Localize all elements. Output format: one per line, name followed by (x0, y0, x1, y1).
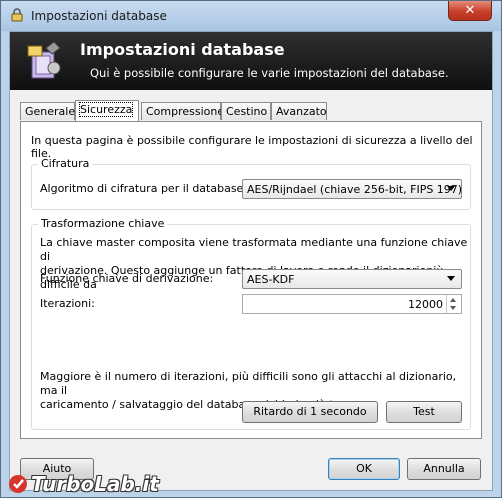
iterations-label: Iterazioni: (40, 297, 95, 310)
database-settings-icon (27, 41, 61, 79)
stepper-buttons[interactable] (446, 295, 461, 313)
dialog-client: Impostazioni database Qui è possibile co… (9, 31, 493, 491)
tab-compressione[interactable]: Compressione (141, 102, 224, 120)
algorithm-value: AES/Rijndael (chiave 256-bit, FIPS 197) (247, 183, 463, 196)
kdf-select[interactable]: AES-KDF (242, 269, 462, 289)
tab-generale[interactable]: Generale (20, 102, 75, 120)
tab-sicurezza[interactable]: Sicurezza (75, 100, 139, 121)
watermark: TurboLab.it (1, 469, 201, 499)
chevron-down-icon (447, 276, 455, 281)
close-button[interactable]: ✕ (448, 1, 492, 21)
iterations-stepper[interactable]: 12000 (242, 294, 462, 314)
kdf-label: Funzione chiave di derivazione: (40, 272, 214, 285)
chevron-down-icon (447, 186, 455, 191)
watermark-text: TurboLab.it (31, 472, 159, 496)
arrow-up-icon[interactable] (450, 298, 456, 302)
encryption-group: Cifratura Algoritmo di cifratura per il … (31, 157, 471, 210)
dialog-window: Impostazioni database ✕ Impostazioni dat… (0, 0, 502, 498)
ok-button[interactable]: OK (328, 458, 400, 480)
tab-avanzato[interactable]: Avanzato (271, 102, 327, 120)
banner-title: Impostazioni database (80, 40, 285, 59)
test-button[interactable]: Test (386, 401, 462, 423)
window-title: Impostazioni database (31, 9, 167, 23)
iterations-value: 12000 (408, 298, 443, 311)
algorithm-select[interactable]: AES/Rijndael (chiave 256-bit, FIPS 197) (242, 179, 462, 199)
turbolab-logo-icon (9, 475, 27, 493)
header-banner: Impostazioni database Qui è possibile co… (10, 32, 492, 90)
kdf-value: AES-KDF (247, 273, 295, 286)
arrow-down-icon[interactable] (450, 306, 456, 310)
lock-icon (11, 8, 23, 22)
intro-text: In questa pagina è possibile configurare… (31, 134, 473, 160)
cancel-button[interactable]: Annulla (407, 458, 481, 480)
delay-1s-button[interactable]: Ritardo di 1 secondo (242, 401, 378, 423)
key-transform-group: Trasformazione chiave La chiave master c… (31, 217, 471, 430)
algorithm-label: Algoritmo di cifratura per il database: (40, 182, 248, 195)
title-bar[interactable]: Impostazioni database ✕ (1, 1, 501, 31)
banner-subtitle: Qui è possibile configurare le varie imp… (90, 66, 449, 80)
key-transform-group-label: Trasformazione chiave (38, 217, 168, 230)
tab-panel-sicurezza: In questa pagina è possibile configurare… (20, 121, 482, 439)
encryption-group-label: Cifratura (38, 157, 93, 170)
tab-cestino[interactable]: Cestino (221, 102, 271, 120)
